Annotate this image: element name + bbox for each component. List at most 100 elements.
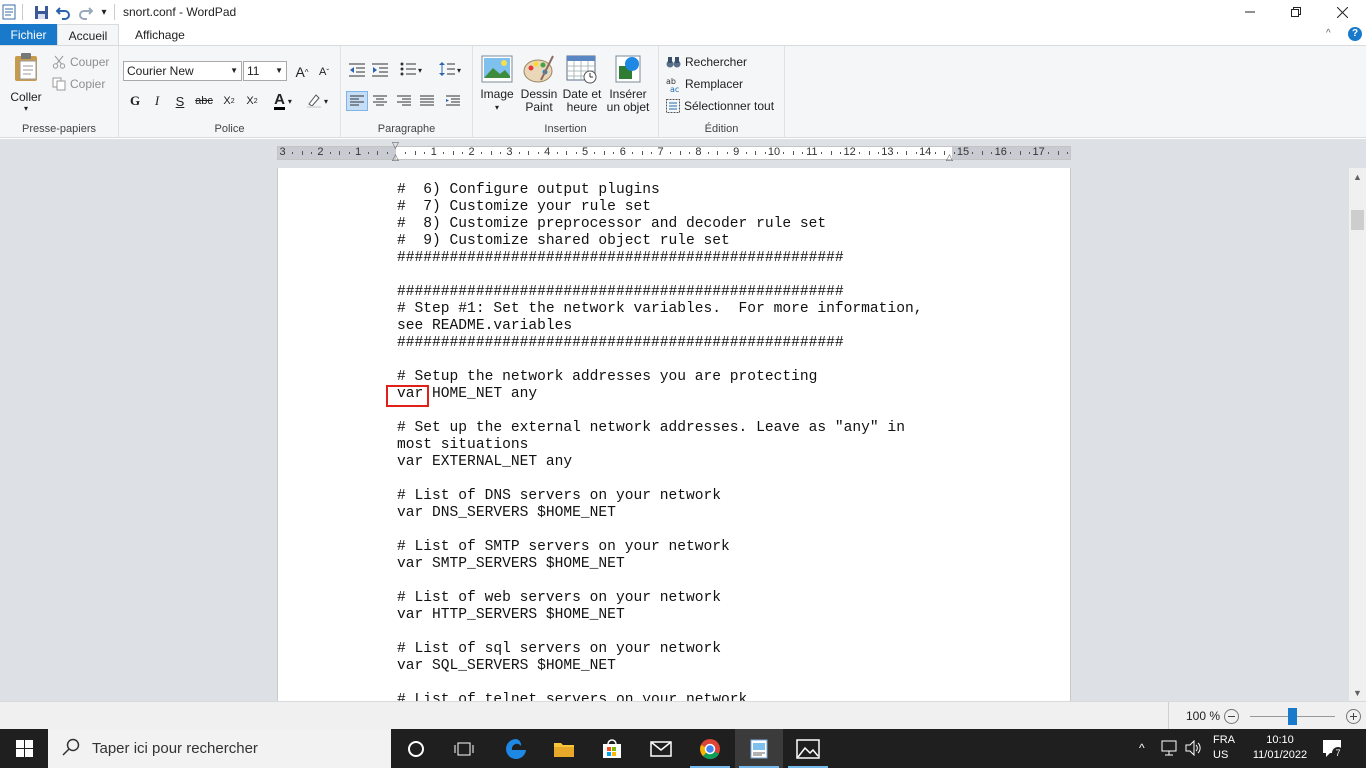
document-page[interactable]: # 6) Configure output plugins # 7) Custom… [277,168,1071,701]
bold-button[interactable]: G [125,91,145,111]
increase-indent-icon[interactable] [370,60,390,80]
volume-icon[interactable] [1185,739,1203,759]
notification-center-icon[interactable]: 7 [1322,739,1344,762]
tab-fichier[interactable]: Fichier [0,24,57,46]
font-color-button[interactable]: A ▾ [269,91,297,111]
document-line[interactable] [397,624,922,641]
paste-button[interactable]: Coller ▾ [6,52,46,113]
start-button[interactable] [0,729,48,768]
cut-button[interactable]: Couper [52,52,109,72]
strikethrough-button[interactable]: abc [194,91,214,111]
tab-accueil[interactable]: Accueil [57,24,119,46]
collapse-ribbon-icon[interactable]: ^ [1326,28,1331,39]
input-language-indicator[interactable]: FRA US [1213,733,1235,763]
shrink-font-icon[interactable]: Aˇ [314,62,334,82]
document-line[interactable]: var DNS_SERVERS $HOME_NET [397,505,922,522]
save-icon[interactable] [33,3,49,21]
superscript-icon[interactable]: X2 [242,91,262,111]
document-line[interactable]: # Setup the network addresses you are pr… [397,369,922,386]
document-line[interactable] [397,267,922,284]
document-line[interactable]: ########################################… [397,335,922,352]
document-line[interactable]: # 8) Customize preprocessor and decoder … [397,216,922,233]
document-line[interactable]: # 7) Customize your rule set [397,199,922,216]
mail-icon[interactable] [637,729,685,768]
document-line[interactable] [397,573,922,590]
wordpad-taskbar-icon[interactable] [735,729,783,768]
justify-icon[interactable] [417,91,437,111]
wordpad-app-icon[interactable] [2,3,16,21]
document-line[interactable]: # Step #1: Set the network variables. Fo… [397,301,922,318]
help-icon[interactable]: ? [1348,27,1362,41]
document-line[interactable]: ########################################… [397,250,922,267]
font-family-select[interactable]: Courier New ▼ [123,61,242,81]
highlight-color-button[interactable]: ▾ [303,91,331,111]
bullet-list-button[interactable]: ▾ [396,60,426,80]
zoom-in-button[interactable] [1346,709,1361,724]
document-line[interactable]: most situations [397,437,922,454]
task-view-icon[interactable] [440,729,488,768]
document-line[interactable] [397,471,922,488]
document-line[interactable]: # List of sql servers on your network [397,641,922,658]
first-line-indent-marker[interactable]: ▽ [392,140,399,151]
document-line[interactable] [397,522,922,539]
document-line[interactable]: var HTTP_SERVERS $HOME_NET [397,607,922,624]
underline-button[interactable]: S [170,91,190,111]
document-line[interactable]: # 6) Configure output plugins [397,182,922,199]
find-button[interactable]: Rechercher [666,52,747,72]
document-line[interactable] [397,675,922,692]
align-center-icon[interactable] [370,91,390,111]
align-left-icon[interactable] [346,91,368,111]
document-line[interactable]: # Set up the external network addresses.… [397,420,922,437]
document-line[interactable]: var SQL_SERVERS $HOME_NET [397,658,922,675]
close-button[interactable] [1319,0,1365,24]
replace-button[interactable]: ab ac Remplacer [666,74,743,94]
redo-icon[interactable] [77,3,93,21]
right-indent-marker[interactable]: △ [946,152,953,163]
copy-button[interactable]: Copier [52,74,105,94]
scroll-up-icon[interactable]: ▲ [1349,168,1366,185]
date-time-button[interactable]: Date et heure [561,54,603,114]
subscript-icon[interactable]: X2 [219,91,239,111]
document-line[interactable]: # List of web servers on your network [397,590,922,607]
paragraph-settings-icon[interactable] [443,91,463,111]
show-hidden-icons-icon[interactable]: ^ [1139,741,1145,755]
grow-font-icon[interactable]: A ^ [292,62,312,82]
file-explorer-icon[interactable] [540,729,588,768]
document-line[interactable]: var HOME_NET any [397,386,922,403]
tab-affichage[interactable]: Affichage [125,24,195,46]
clock[interactable]: 10:10 11/01/2022 [1245,733,1315,763]
scroll-thumb[interactable] [1351,210,1364,230]
network-icon[interactable] [1161,740,1179,759]
minimize-button[interactable] [1227,0,1273,24]
image-button[interactable]: Image ▾ [479,54,515,114]
document-text[interactable]: # 6) Configure output plugins # 7) Custom… [397,182,922,701]
document-line[interactable]: ########################################… [397,284,922,301]
paint-drawing-button[interactable]: Dessin Paint [519,54,559,114]
decrease-indent-icon[interactable] [347,60,367,80]
align-right-icon[interactable] [394,91,414,111]
document-line[interactable]: see README.variables [397,318,922,335]
document-line[interactable] [397,403,922,420]
document-line[interactable]: # List of telnet servers on your network [397,692,922,701]
cortana-icon[interactable] [392,729,440,768]
line-spacing-button[interactable]: ▾ [435,60,465,80]
italic-button[interactable]: I [147,91,167,111]
document-line[interactable]: var SMTP_SERVERS $HOME_NET [397,556,922,573]
taskbar-search-box[interactable]: Taper ici pour rechercher [48,729,391,768]
document-line[interactable]: # List of SMTP servers on your network [397,539,922,556]
paste-dropdown-icon[interactable]: ▾ [6,104,46,113]
edge-icon[interactable] [492,729,540,768]
zoom-out-button[interactable] [1224,709,1239,724]
left-indent-marker[interactable]: △ [392,152,399,163]
font-size-select[interactable]: 11 ▼ [243,61,287,81]
scroll-down-icon[interactable]: ▼ [1349,684,1366,701]
photos-icon[interactable] [784,729,832,768]
ruler[interactable]: 3 2 1 1 2 3 4 5 6 7 8 9 10 11 12 13 14 15 16 17 ▽ △ △ [277,140,1071,163]
chrome-icon[interactable] [686,729,734,768]
insert-object-button[interactable]: Insérer un objet [605,54,651,114]
zoom-slider-thumb[interactable] [1288,708,1297,725]
document-line[interactable]: var EXTERNAL_NET any [397,454,922,471]
document-line[interactable]: # List of DNS servers on your network [397,488,922,505]
document-line[interactable] [397,352,922,369]
vertical-scrollbar[interactable]: ▲ ▼ [1349,168,1366,701]
